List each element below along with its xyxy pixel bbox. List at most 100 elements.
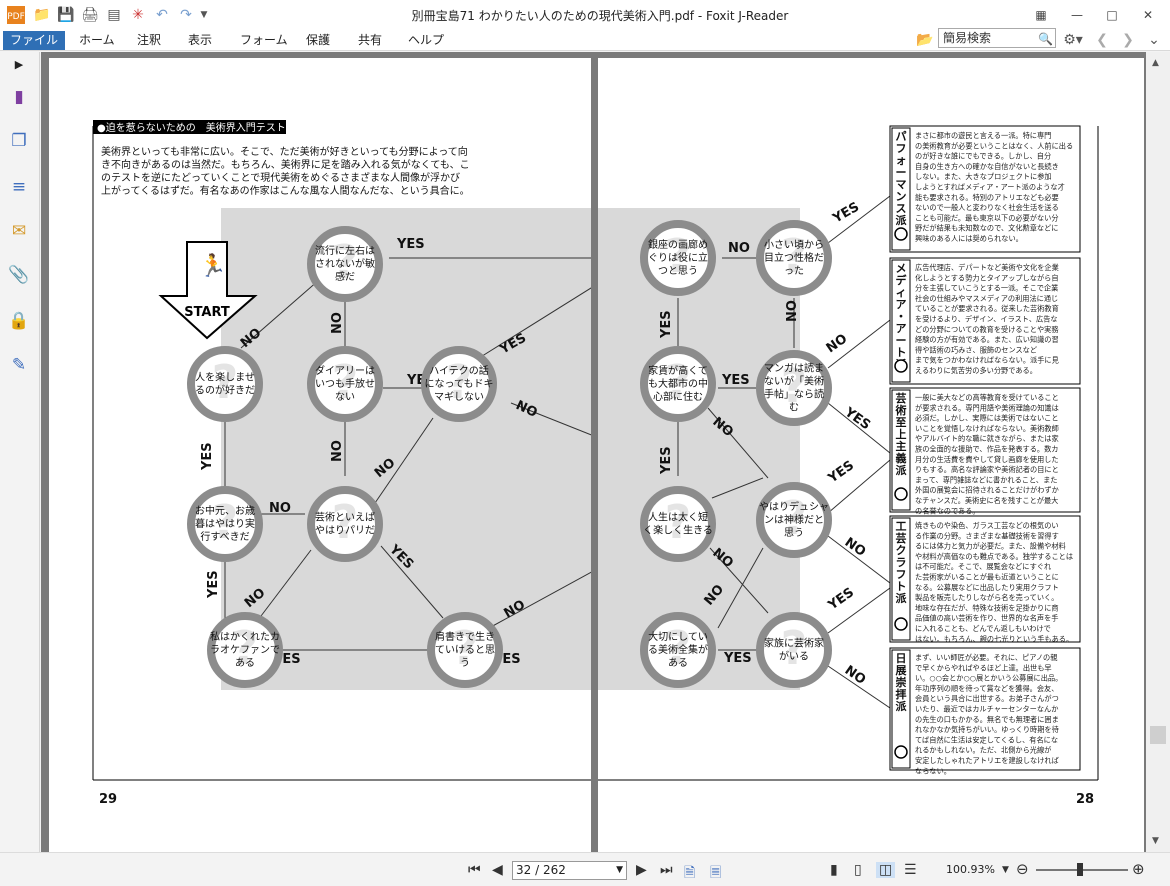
yes-label: YES — [723, 651, 752, 666]
expand-panel-icon[interactable]: ▶ — [8, 54, 30, 76]
yes-label: YES — [200, 442, 215, 471]
page-header-tag: ●迫を惹らないための 美術界入門テスト — [97, 121, 286, 134]
maximize-button[interactable]: □ — [1097, 4, 1127, 26]
page-number-input[interactable]: 32 / 262 ▼ — [512, 861, 627, 880]
fullscreen-icon[interactable]: ▦ — [1026, 4, 1056, 26]
category-text-line: 経験の方が有効である。また、広い知識の習 — [915, 335, 1059, 344]
menu-view[interactable]: 表示 — [182, 31, 218, 50]
flow-node: ?流行に左右はされないが敏感だ — [307, 226, 383, 302]
save-icon[interactable]: 💾 — [56, 6, 76, 24]
search-icon[interactable]: 🔍 — [1038, 30, 1053, 48]
vertical-scrollbar[interactable]: ▲ ▼ — [1146, 52, 1170, 852]
node-text: やはりデュシャ — [759, 500, 829, 513]
category-text-line: は不可能だ。そこで、展覧会などにすぐれ — [915, 562, 1051, 571]
category-text-line: いたり、最近ではカルチャーセンターなんか — [915, 705, 1058, 714]
close-button[interactable]: ✕ — [1133, 4, 1163, 26]
comments-icon[interactable]: ✉ — [8, 220, 30, 242]
category-text-line: や材料が高価なのも難点である。独学することは — [915, 552, 1073, 561]
continuous-facing-icon[interactable]: ☰ — [904, 862, 917, 878]
scroll-down-icon[interactable]: ▼ — [1152, 832, 1159, 850]
node-text: 行すべきだ — [200, 530, 249, 543]
node-text: がいる — [779, 650, 809, 663]
yes-label: YES — [721, 373, 750, 388]
menu-share[interactable]: 共有 — [352, 31, 388, 50]
bookmark-icon[interactable]: ▮ — [8, 86, 30, 108]
screen-capture-icon[interactable]: ▤ — [104, 6, 124, 24]
category-text-line: まず、いい師匠が必要。それに、ピアノの親 — [915, 653, 1057, 662]
flow-node: ?人生は太く短く楽しく生きる — [640, 486, 716, 562]
document-viewport[interactable]: ●迫を惹らないための 美術界入門テスト 美術界といっても非常に広い。そこで、ただ… — [41, 52, 1146, 852]
category-text-line: を受けるより、デザイン、イラスト、広告な — [915, 315, 1058, 324]
redo-icon[interactable]: ↷ — [176, 6, 196, 24]
menu-home[interactable]: ホーム — [73, 31, 121, 50]
category-text-line: いことを覚悟しなければならない。美術教師 — [915, 424, 1059, 433]
menu-protect[interactable]: 保護 — [300, 31, 336, 50]
category-text-line: 化しようとする勢力とタイアップしながら自 — [915, 273, 1059, 282]
category-text-line: はない。もちろん、親の七光りという手もある。 — [915, 634, 1073, 643]
node-text: 銀座の画廊め — [648, 238, 708, 251]
menu-comment[interactable]: 注釈 — [131, 31, 167, 50]
category-text-line: 外国の展覧会に招待されることだけがわずか — [915, 486, 1059, 495]
undo-icon[interactable]: ↶ — [152, 6, 172, 24]
zoom-in-icon[interactable]: ⊕ — [1132, 860, 1145, 878]
open-folder-icon[interactable]: 📁 — [32, 6, 52, 24]
node-text: 私はかくれたカ — [210, 631, 280, 643]
flow-node: ?ハイテクの話になってもドキマギしない — [421, 346, 497, 422]
facing-page-icon[interactable]: ◫ — [876, 862, 896, 878]
category-text-line: の美術教育が必要ということはなく、人前に出る — [915, 141, 1073, 150]
category-text-line: ていることが要求される。従来した芸術教育 — [915, 304, 1059, 313]
collapse-ribbon-icon[interactable]: ⌄ — [1146, 31, 1162, 49]
node-text: 小さい頃から — [764, 239, 824, 251]
zoom-out-icon[interactable]: ⊖ — [1016, 860, 1029, 878]
pages-icon[interactable]: ❐ — [8, 130, 30, 152]
search-prev-icon[interactable]: ❮ — [1094, 31, 1110, 49]
prev-page-icon[interactable]: ◀ — [492, 862, 503, 878]
category-text-line: た芸術家がいることが最も近道ということに — [915, 573, 1059, 582]
flow-node: ?私はかくれたカラオケファンである — [207, 612, 283, 688]
search-next-icon[interactable]: ❯ — [1120, 31, 1136, 49]
node-text: 心部に住む — [653, 390, 703, 403]
print-icon[interactable]: 🖨 — [80, 6, 100, 24]
node-text: 思う — [784, 527, 804, 539]
search-placeholder: 簡易検索 — [943, 31, 992, 45]
security-lock-icon[interactable]: 🔒 — [8, 310, 30, 332]
layers-icon[interactable]: ≡ — [8, 176, 30, 198]
single-page-icon[interactable]: ▮ — [830, 862, 838, 878]
attachments-icon[interactable]: 📎 — [8, 264, 30, 286]
continuous-page-icon[interactable]: ▯ — [854, 862, 862, 878]
next-view-icon[interactable]: 🗏 — [710, 862, 721, 886]
find-folder-icon[interactable]: 📂 — [916, 31, 934, 49]
category-name: 日展崇拝派 — [895, 652, 908, 713]
page-28: NO YES NO YES YES NO YES YES NO YES NO N… — [598, 58, 1144, 852]
menu-file[interactable]: ファイル — [3, 31, 65, 50]
next-page-icon[interactable]: ▶ — [636, 862, 647, 878]
category-text-line: ならない。 — [915, 766, 951, 775]
flow-node: ?やはりデュシャンは神様だと思う — [756, 482, 832, 558]
page-dropdown-icon[interactable]: ▼ — [616, 862, 623, 879]
zoom-slider-thumb[interactable] — [1077, 863, 1083, 876]
last-page-icon[interactable]: ⏭ — [660, 862, 673, 878]
customize-dropdown-icon[interactable]: ▼ — [198, 6, 210, 24]
zoom-dropdown-icon[interactable]: ▼ — [1002, 865, 1009, 875]
new-document-icon[interactable]: ✳ — [128, 6, 148, 24]
first-page-icon[interactable]: ⏮ — [468, 862, 481, 878]
zoom-level[interactable]: 100.93% — [946, 863, 995, 876]
settings-gear-icon[interactable]: ⚙▾ — [1062, 31, 1084, 49]
scroll-up-icon[interactable]: ▲ — [1152, 54, 1159, 72]
minimize-button[interactable]: — — [1062, 4, 1092, 26]
category-name: メディア・アート派 — [896, 262, 908, 371]
rosette-icon — [894, 227, 908, 241]
category-text-line: 年功序列の順を待って賞などを獲得。会友、 — [915, 684, 1058, 693]
previous-view-icon[interactable]: 🗎 — [684, 862, 695, 886]
menu-help[interactable]: ヘルプ — [402, 31, 450, 50]
flow-node: ?ダイアリーはいつも手放せない — [307, 346, 383, 422]
node-text: った — [784, 265, 804, 277]
yes-label: YES — [825, 458, 857, 487]
yes-label: YES — [659, 310, 674, 339]
search-input[interactable]: 簡易検索 🔍 — [938, 28, 1056, 48]
signature-icon[interactable]: ✎ — [8, 354, 30, 376]
intro-line-1: 美術界といっても非常に広い。そこで、ただ美術が好きといっても分野によって向 — [101, 145, 468, 158]
scrollbar-thumb[interactable] — [1150, 726, 1166, 744]
intro-line-4: 上がってくるはずだ。有名なあの作家はこんな風な人間なんだな、という具合に。 — [101, 184, 470, 197]
menu-form[interactable]: フォーム — [234, 31, 294, 50]
